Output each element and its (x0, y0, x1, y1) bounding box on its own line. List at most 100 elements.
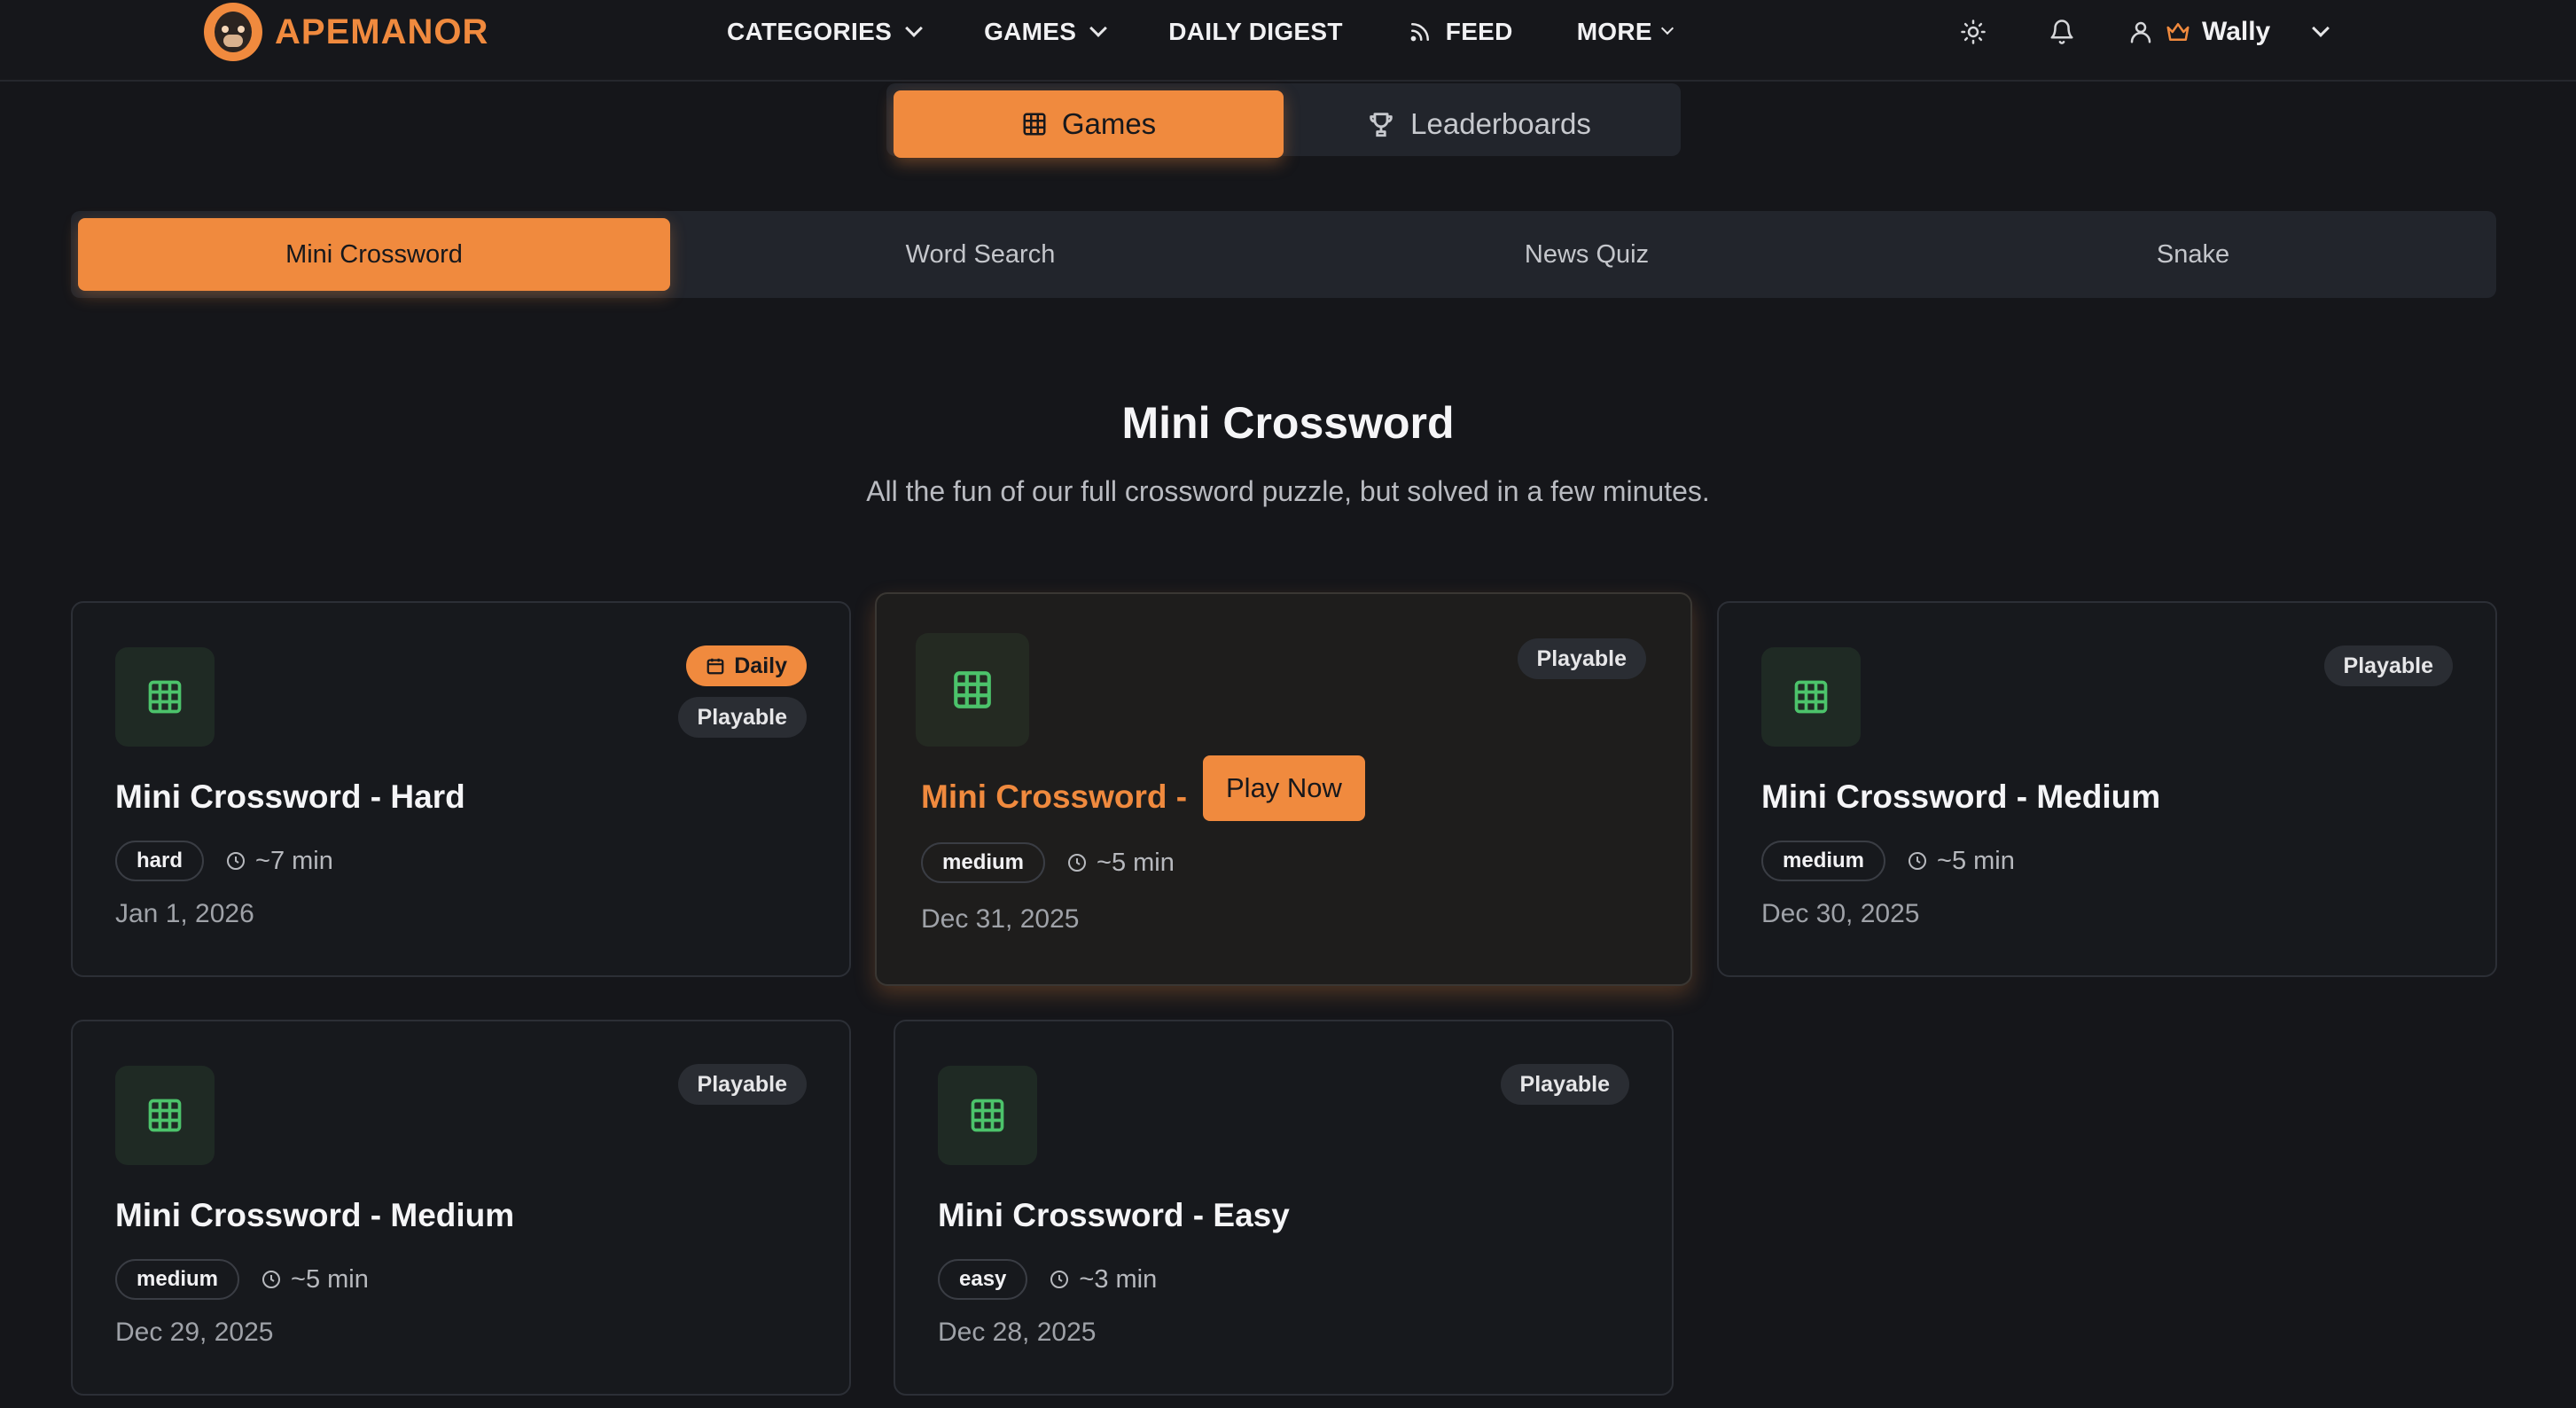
card-meta: medium ~5 min (1761, 841, 2015, 881)
crossword-grid-icon (115, 647, 215, 747)
daily-badge: Daily (686, 645, 807, 686)
difficulty-badge: medium (1761, 841, 1886, 881)
grid-icon (1023, 113, 1046, 136)
crossword-grid-icon (938, 1066, 1037, 1165)
calendar-icon (706, 658, 724, 675)
difficulty-badge: medium (115, 1259, 240, 1300)
chevron-down-icon (1089, 20, 1108, 37)
status-badge: Playable (1517, 638, 1646, 679)
leaderboards-toggle-label: Leaderboards (1410, 107, 1591, 140)
user-menu[interactable]: Wally (2127, 17, 2330, 47)
card-badges: Playable (677, 1064, 807, 1105)
clock-icon (1068, 854, 1087, 872)
card-meta: medium ~5 min (921, 842, 1175, 883)
crown-icon (2166, 23, 2190, 41)
notifications-button[interactable] (2039, 9, 2085, 55)
difficulty-badge: easy (938, 1259, 1028, 1300)
tab-news-quiz[interactable]: News Quiz (1291, 218, 1883, 291)
duration-label: ~5 min (1937, 846, 2015, 875)
duration-label: ~5 min (1097, 848, 1175, 877)
card-badges: Playable (2323, 645, 2453, 686)
nav-games-label: GAMES (984, 18, 1077, 45)
chevron-down-icon (1660, 21, 1674, 35)
card-meta: easy ~3 min (938, 1259, 1157, 1300)
chevron-down-icon (905, 20, 923, 37)
card-title: Mini Crossword - Hard (115, 778, 465, 815)
top-navigation: APEMANOR CATEGORIES GAMES DAILY DIGEST F… (0, 0, 2576, 82)
clock-icon (1909, 852, 1927, 870)
nav-actions: Wally (1950, 0, 2330, 64)
nav-more[interactable]: MORE (1576, 18, 1674, 46)
duration: ~7 min (225, 847, 333, 876)
bell-icon (2050, 20, 2073, 44)
game-card[interactable]: Playable Mini Crossword - Medium medium … (71, 1020, 851, 1396)
theme-toggle-button[interactable] (1950, 9, 1996, 55)
card-title: Mini Crossword - (921, 778, 1188, 815)
card-title: Mini Crossword - Easy (938, 1197, 1290, 1233)
nav-daily-digest-label: DAILY DIGEST (1168, 18, 1343, 45)
nav-categories-label: CATEGORIES (727, 18, 893, 45)
game-card[interactable]: Playable Mini Crossword - Play Now mediu… (875, 592, 1692, 986)
main-nav: CATEGORIES GAMES DAILY DIGEST FEED MORE (727, 0, 1736, 64)
duration: ~3 min (1049, 1265, 1157, 1295)
clock-icon (1050, 1271, 1069, 1288)
card-title: Mini Crossword - Medium (1761, 778, 2161, 815)
user-name: Wally (2202, 17, 2271, 46)
card-badges: Daily Playable (677, 645, 807, 738)
brand[interactable]: APEMANOR (204, 3, 489, 61)
nav-feed[interactable]: FEED (1407, 18, 1513, 46)
card-date: Dec 31, 2025 (921, 904, 1080, 934)
status-badge: Playable (677, 1064, 807, 1105)
user-icon (2130, 21, 2151, 43)
card-meta: medium ~5 min (115, 1259, 369, 1300)
duration-label: ~7 min (255, 846, 333, 875)
game-tabs: Mini Crossword Word Search News Quiz Sna… (71, 211, 2496, 298)
tab-word-search[interactable]: Word Search (684, 218, 1276, 291)
daily-badge-label: Daily (734, 653, 787, 678)
nav-feed-label: FEED (1445, 18, 1513, 45)
card-date: Dec 29, 2025 (115, 1318, 274, 1347)
trophy-icon (1370, 113, 1393, 137)
crossword-grid-icon (916, 633, 1029, 747)
difficulty-badge: medium (921, 842, 1046, 883)
card-date: Dec 28, 2025 (938, 1318, 1097, 1347)
duration: ~5 min (1066, 849, 1175, 878)
crossword-grid-icon (1761, 647, 1861, 747)
card-title: Mini Crossword - Medium (115, 1197, 515, 1233)
chevron-down-icon (2312, 20, 2330, 37)
games-toggle-button[interactable]: Games (894, 90, 1284, 158)
duration: ~5 min (261, 1265, 369, 1295)
play-now-button[interactable]: Play Now (1203, 755, 1365, 821)
tab-mini-crossword[interactable]: Mini Crossword (78, 218, 670, 291)
status-badge: Playable (1500, 1064, 1629, 1105)
duration-label: ~5 min (291, 1264, 369, 1294)
view-toggle: Games Leaderboards (886, 83, 1681, 158)
duration: ~5 min (1907, 847, 2015, 876)
status-badge: Playable (2323, 645, 2453, 686)
card-date: Dec 30, 2025 (1761, 899, 1920, 928)
nav-more-label: MORE (1576, 18, 1652, 45)
nav-daily-digest[interactable]: DAILY DIGEST (1168, 18, 1343, 46)
sun-icon (1961, 20, 1986, 44)
crossword-grid-icon (115, 1066, 215, 1165)
tab-snake[interactable]: Snake (1897, 218, 2489, 291)
duration-label: ~3 min (1079, 1264, 1158, 1294)
clock-icon (227, 852, 246, 870)
leaderboards-toggle-button[interactable]: Leaderboards (1284, 90, 1674, 158)
clock-icon (262, 1271, 281, 1288)
card-badges: Playable (1500, 1064, 1629, 1105)
page-subtitle: All the fun of our full crossword puzzle… (866, 475, 1710, 507)
card-meta: hard ~7 min (115, 841, 333, 881)
card-badges: Playable (1517, 638, 1646, 679)
rss-icon (1410, 23, 1429, 42)
game-card[interactable]: Playable Mini Crossword - Medium medium … (1717, 601, 2497, 977)
game-card[interactable]: Playable Mini Crossword - Easy easy ~3 m… (894, 1020, 1674, 1396)
brand-name: APEMANOR (275, 12, 489, 51)
card-date: Jan 1, 2026 (115, 899, 254, 928)
games-toggle-label: Games (1061, 107, 1157, 140)
nav-categories[interactable]: CATEGORIES (727, 18, 923, 46)
page-title: Mini Crossword (1121, 398, 1455, 448)
status-badge: Playable (677, 697, 807, 738)
game-card[interactable]: Daily Playable Mini Crossword - Hard har… (71, 601, 851, 977)
nav-games[interactable]: GAMES (984, 18, 1108, 46)
